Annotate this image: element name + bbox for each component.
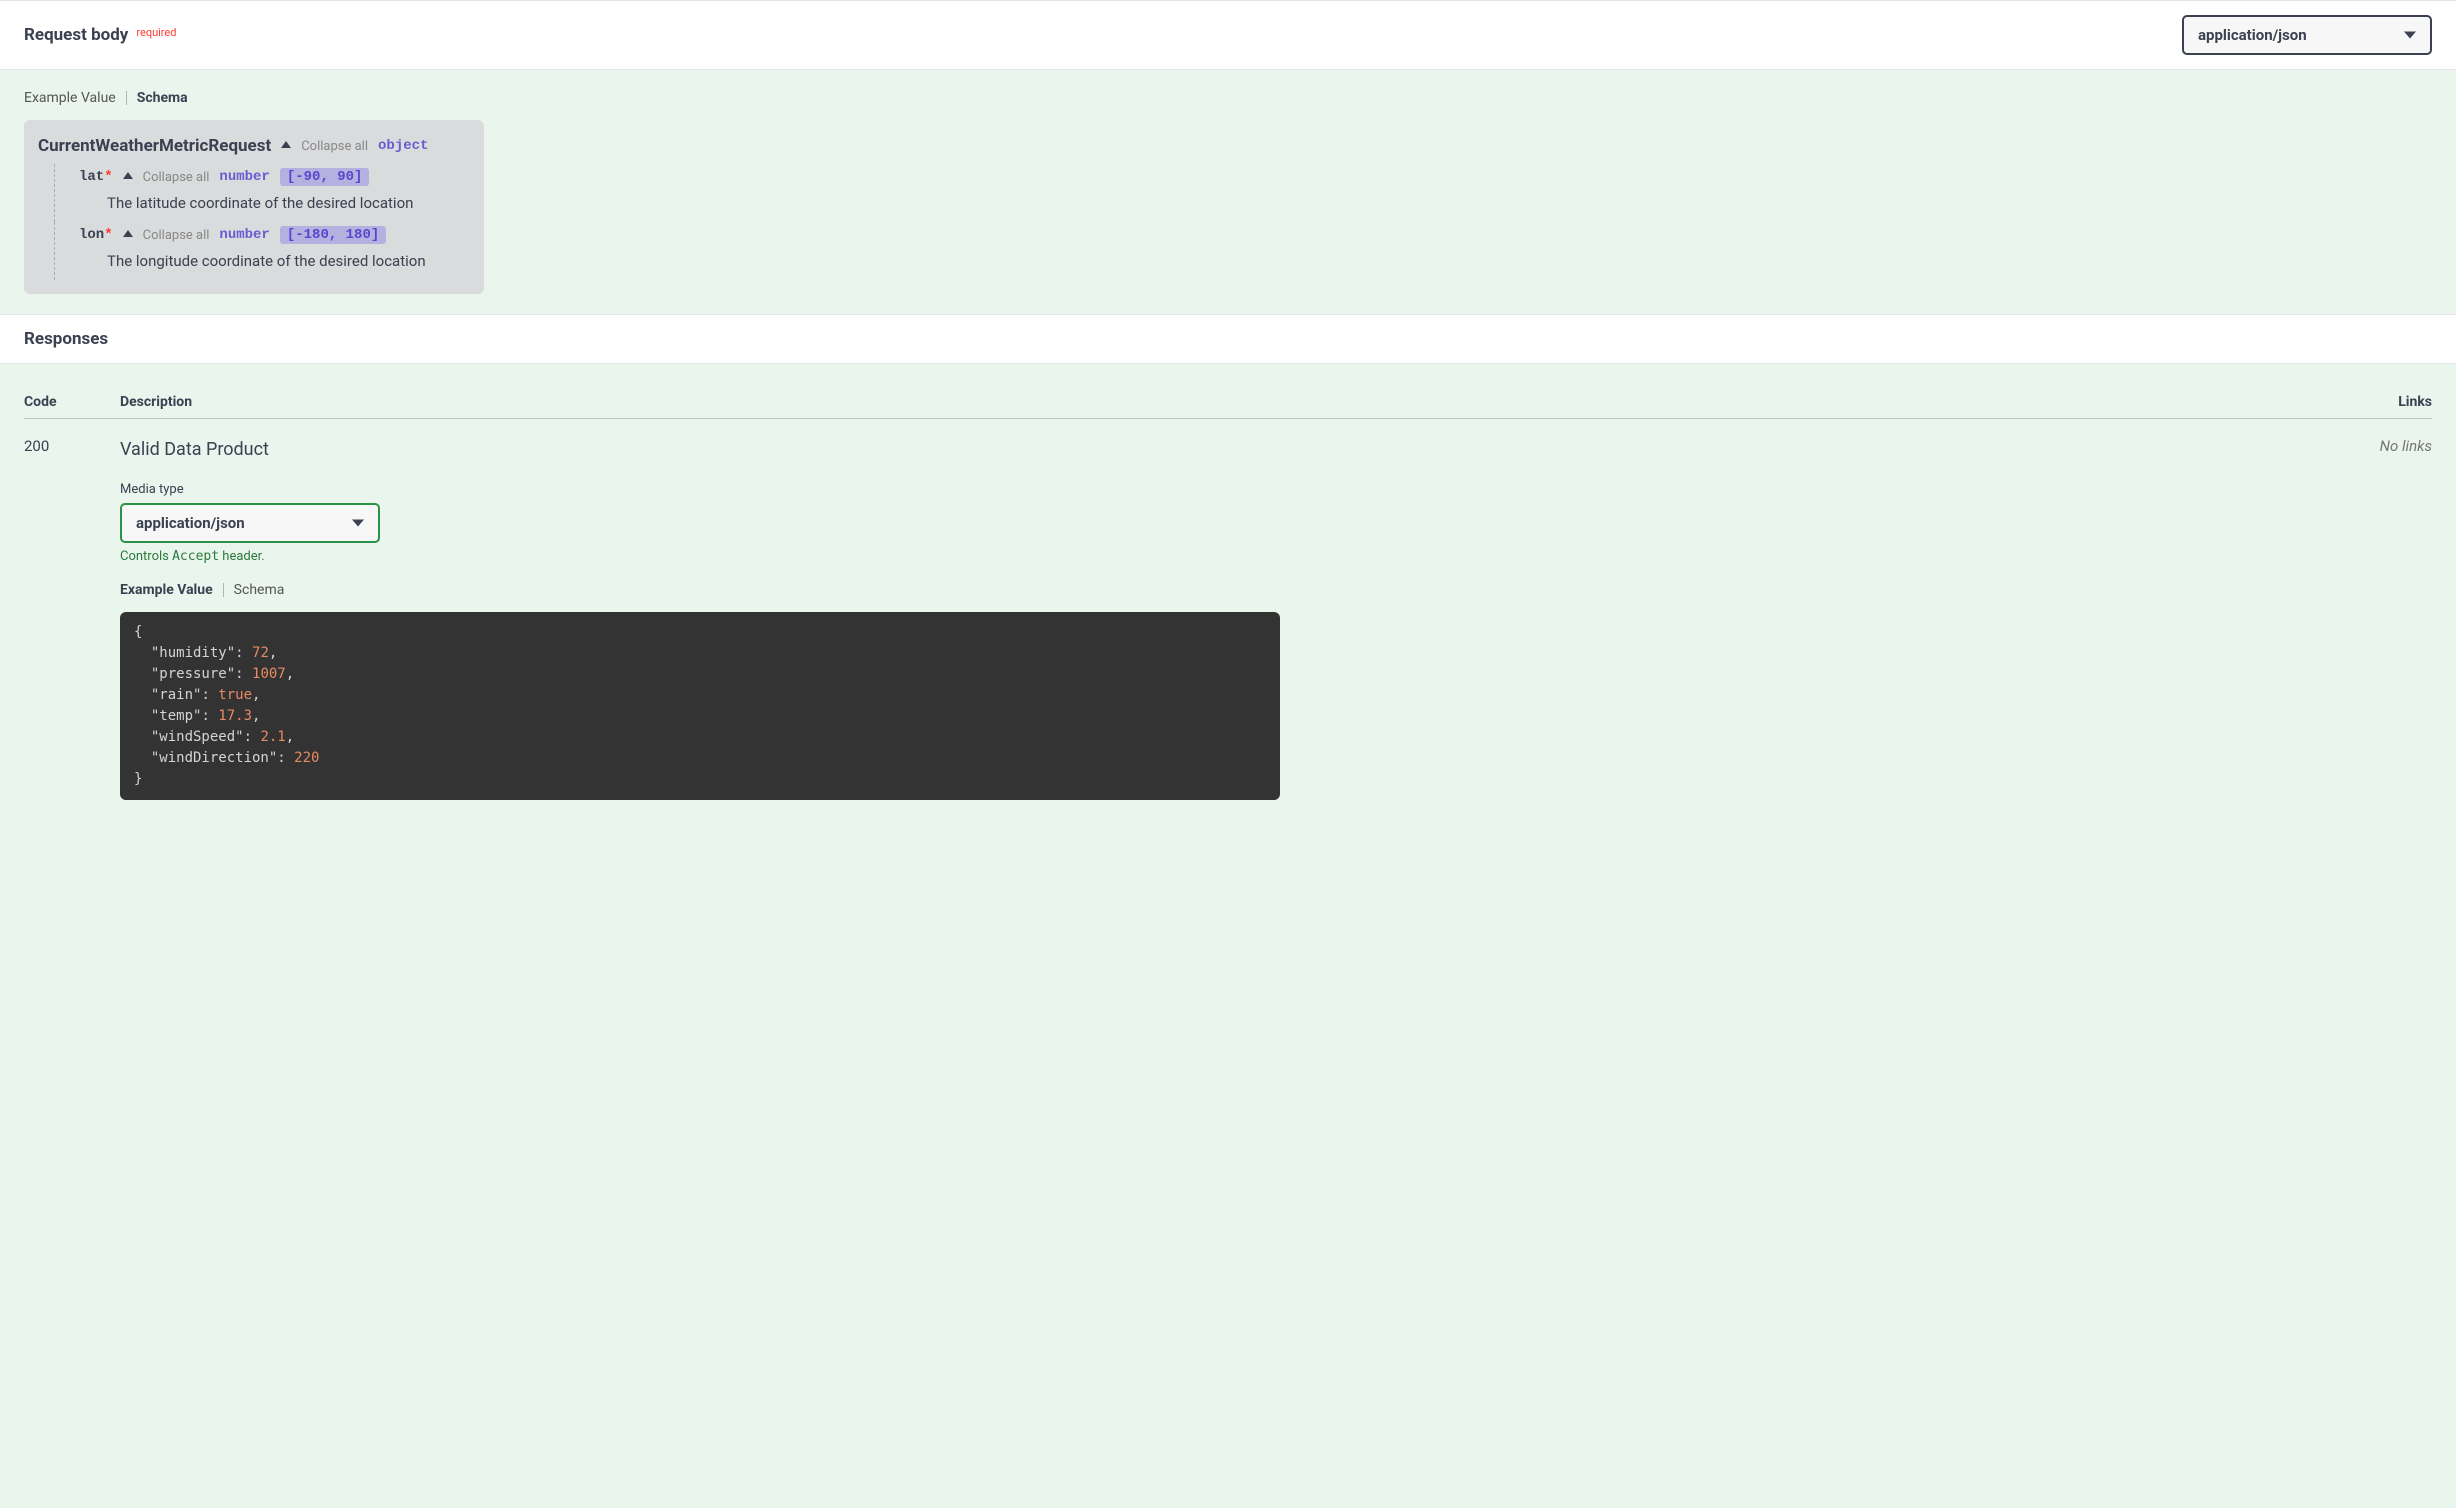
- request-body-title: Request body: [24, 25, 128, 45]
- responses-header: Responses: [0, 314, 2456, 364]
- prop-type: number: [219, 169, 269, 185]
- schema-property-lat: lat* Collapse all number [-90, 90] The l…: [54, 164, 472, 222]
- tab-schema[interactable]: Schema: [234, 582, 285, 598]
- accept-hint-suffix: header.: [219, 549, 265, 564]
- tab-schema[interactable]: Schema: [137, 90, 188, 106]
- tab-example-value[interactable]: Example Value: [24, 90, 116, 106]
- media-type-value: application/json: [136, 514, 245, 532]
- schema-name: CurrentWeatherMetricRequest: [38, 136, 271, 156]
- responses-title: Responses: [24, 329, 108, 349]
- required-star: *: [104, 227, 112, 243]
- schema-type: object: [378, 138, 428, 154]
- required-badge: required: [136, 26, 176, 39]
- collapse-all-link[interactable]: Collapse all: [143, 228, 210, 243]
- body-tabs: Example Value Schema: [24, 90, 2432, 106]
- schema-property-lon: lon* Collapse all number [-180, 180] The…: [54, 222, 472, 280]
- col-links: Links: [2292, 394, 2432, 410]
- media-type-label: Media type: [120, 482, 2292, 497]
- chevron-up-icon[interactable]: [281, 141, 291, 148]
- prop-key: lat: [79, 169, 104, 185]
- col-code: Code: [24, 394, 120, 410]
- prop-range: [-180, 180]: [280, 226, 386, 244]
- collapse-all-link[interactable]: Collapse all: [143, 170, 210, 185]
- media-type-select[interactable]: application/json: [120, 503, 380, 543]
- schema-panel: CurrentWeatherMetricRequest Collapse all…: [24, 120, 484, 294]
- required-star: *: [104, 169, 112, 185]
- response-code: 200: [24, 437, 120, 800]
- chevron-down-icon: [2404, 32, 2416, 39]
- request-body-content: Example Value Schema CurrentWeatherMetri…: [0, 70, 2456, 314]
- collapse-all-link[interactable]: Collapse all: [301, 139, 368, 154]
- chevron-up-icon[interactable]: [123, 230, 133, 237]
- prop-type: number: [219, 227, 269, 243]
- content-type-select[interactable]: application/json: [2182, 15, 2432, 55]
- response-links: No links: [2292, 437, 2432, 800]
- chevron-up-icon[interactable]: [123, 172, 133, 179]
- tab-separator: [126, 91, 127, 105]
- response-description: Valid Data Product: [120, 437, 2292, 482]
- col-description: Description: [120, 394, 2292, 410]
- accept-hint: Controls Accept header.: [120, 549, 2292, 564]
- prop-description: The latitude coordinate of the desired l…: [83, 190, 472, 220]
- tab-example-value[interactable]: Example Value: [120, 582, 213, 598]
- content-type-value: application/json: [2198, 26, 2307, 44]
- response-row: 200 Valid Data Product Media type applic…: [24, 419, 2432, 800]
- prop-description: The longitude coordinate of the desired …: [83, 248, 472, 278]
- chevron-down-icon: [352, 520, 364, 527]
- response-tabs: Example Value Schema: [120, 582, 2292, 598]
- responses-body: Code Description Links 200 Valid Data Pr…: [0, 364, 2456, 820]
- tab-separator: [223, 583, 224, 597]
- prop-range: [-90, 90]: [280, 168, 370, 186]
- response-main: Valid Data Product Media type applicatio…: [120, 437, 2292, 800]
- accept-hint-mono: Accept: [172, 549, 219, 564]
- example-code-block[interactable]: { "humidity": 72, "pressure": 1007, "rai…: [120, 612, 1280, 800]
- accept-hint-prefix: Controls: [120, 549, 172, 564]
- prop-key: lon: [79, 227, 104, 243]
- request-body-header: Request body required application/json: [0, 0, 2456, 70]
- responses-table-head: Code Description Links: [24, 384, 2432, 419]
